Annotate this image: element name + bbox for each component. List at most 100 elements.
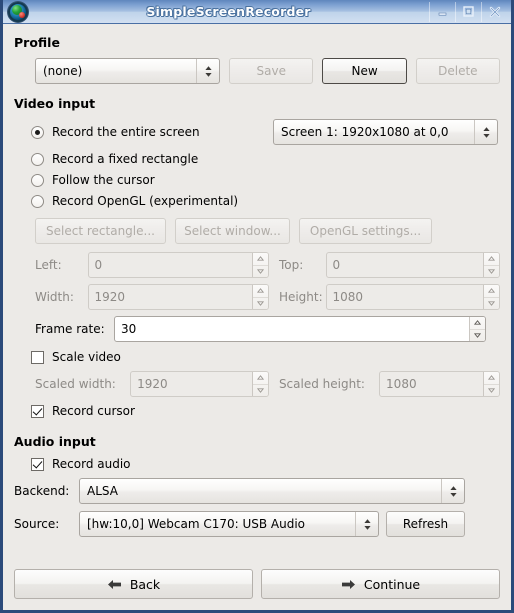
height-value: 1080 [327, 285, 483, 309]
checkbox-label: Scale video [52, 350, 121, 364]
radio-record-fixed-rectangle[interactable]: Record a fixed rectangle [31, 152, 198, 166]
scaled-height-value: 1080 [380, 372, 483, 396]
radio-indicator-icon [31, 153, 44, 166]
refresh-button[interactable]: Refresh [386, 511, 465, 537]
profile-combo-value: (none) [43, 64, 196, 78]
spin-buttons[interactable] [483, 285, 499, 309]
spin-down-icon[interactable] [484, 385, 499, 397]
chevron-updown-icon [196, 59, 219, 83]
spin-buttons[interactable] [469, 317, 485, 341]
spin-buttons[interactable] [483, 253, 499, 277]
dialog-content: Profile (none) Save New Delete Video inp… [3, 24, 511, 610]
spin-buttons[interactable] [483, 372, 499, 396]
left-value: 0 [89, 253, 252, 277]
width-spinbox[interactable]: 1920 [88, 284, 269, 310]
spin-buttons[interactable] [252, 253, 268, 277]
spin-up-icon[interactable] [253, 285, 268, 298]
spin-up-icon[interactable] [470, 317, 485, 330]
spin-down-icon[interactable] [253, 266, 268, 278]
profile-heading: Profile [14, 35, 500, 50]
simplescreenrecorder-window: SimpleScreenRecorder [0, 0, 514, 613]
scaled-height-label: Scaled height: [279, 377, 379, 391]
spin-up-icon[interactable] [484, 285, 499, 298]
continue-button[interactable]: Continue [261, 569, 500, 599]
chevron-updown-icon [474, 120, 497, 144]
checkbox-label: Record cursor [52, 404, 135, 418]
opengl-settings-button[interactable]: OpenGL settings... [299, 218, 432, 244]
continue-button-label: Continue [364, 577, 420, 592]
source-label: Source: [14, 517, 79, 531]
select-rectangle-button[interactable]: Select rectangle... [35, 218, 166, 244]
frame-rate-value: 30 [115, 317, 469, 341]
radio-label: Follow the cursor [52, 173, 155, 187]
top-spinbox[interactable]: 0 [326, 252, 500, 278]
radio-follow-the-cursor[interactable]: Follow the cursor [31, 173, 155, 187]
radio-label: Record a fixed rectangle [52, 152, 198, 166]
backend-combo[interactable]: ALSA [79, 478, 465, 504]
spin-down-icon[interactable] [484, 298, 499, 310]
arrow-left-icon [107, 578, 122, 591]
window-title: SimpleScreenRecorder [28, 4, 429, 19]
source-value: [hw:10,0] Webcam C170: USB Audio [87, 517, 355, 531]
frame-rate-spinbox[interactable]: 30 [114, 316, 486, 342]
maximize-button[interactable] [455, 2, 481, 22]
radio-record-entire-screen[interactable]: Record the entire screen [31, 125, 251, 139]
radio-record-opengl[interactable]: Record OpenGL (experimental) [31, 194, 238, 208]
checkbox-record-audio[interactable]: Record audio [31, 457, 131, 471]
spin-down-icon[interactable] [253, 298, 268, 310]
width-label: Width: [35, 290, 88, 304]
scaled-width-spinbox[interactable]: 1920 [130, 371, 269, 397]
backend-value: ALSA [87, 484, 441, 498]
checkbox-indicator-icon [31, 351, 44, 364]
top-value: 0 [327, 253, 483, 277]
profile-combo[interactable]: (none) [35, 58, 220, 84]
new-button[interactable]: New [322, 58, 406, 84]
spin-buttons[interactable] [252, 372, 268, 396]
spin-up-icon[interactable] [253, 372, 268, 385]
spin-down-icon[interactable] [253, 385, 268, 397]
spin-down-icon[interactable] [470, 330, 485, 342]
scaled-height-spinbox[interactable]: 1080 [379, 371, 500, 397]
radio-label: Record OpenGL (experimental) [52, 194, 238, 208]
minimize-button[interactable] [429, 2, 455, 22]
scaled-width-label: Scaled width: [35, 377, 130, 391]
checkbox-indicator-icon [31, 458, 44, 471]
radio-label: Record the entire screen [52, 125, 200, 139]
spin-up-icon[interactable] [484, 253, 499, 266]
spin-up-icon[interactable] [253, 253, 268, 266]
back-button[interactable]: Back [14, 569, 253, 599]
select-window-button[interactable]: Select window... [175, 218, 290, 244]
checkbox-label: Record audio [52, 457, 131, 471]
left-label: Left: [35, 258, 88, 272]
spin-up-icon[interactable] [484, 372, 499, 385]
save-button[interactable]: Save [229, 58, 313, 84]
scaled-width-value: 1920 [131, 372, 252, 396]
maximize-icon [462, 5, 475, 18]
screen-select-value: Screen 1: 1920x1080 at 0,0 [281, 125, 474, 139]
spin-down-icon[interactable] [484, 266, 499, 278]
ssr-logo-icon [8, 2, 28, 22]
chevron-updown-icon [441, 479, 464, 503]
back-button-label: Back [130, 577, 160, 592]
checkbox-indicator-icon [31, 405, 44, 418]
left-spinbox[interactable]: 0 [88, 252, 269, 278]
close-icon [488, 5, 502, 19]
delete-button[interactable]: Delete [416, 58, 500, 84]
checkbox-scale-video[interactable]: Scale video [31, 350, 121, 364]
window-controls [429, 2, 507, 22]
spin-buttons[interactable] [252, 285, 268, 309]
top-label: Top: [279, 258, 326, 272]
video-input-heading: Video input [14, 96, 500, 111]
audio-input-heading: Audio input [14, 434, 500, 449]
backend-label: Backend: [14, 484, 79, 498]
close-button[interactable] [481, 2, 507, 22]
width-value: 1920 [89, 285, 252, 309]
radio-indicator-icon [31, 195, 44, 208]
navigation-bar: Back Continue [14, 569, 500, 599]
screen-select-combo[interactable]: Screen 1: 1920x1080 at 0,0 [273, 119, 498, 145]
source-combo[interactable]: [hw:10,0] Webcam C170: USB Audio [79, 511, 379, 537]
minimize-icon [436, 5, 449, 18]
title-bar: SimpleScreenRecorder [3, 0, 511, 24]
height-spinbox[interactable]: 1080 [326, 284, 500, 310]
checkbox-record-cursor[interactable]: Record cursor [31, 404, 135, 418]
